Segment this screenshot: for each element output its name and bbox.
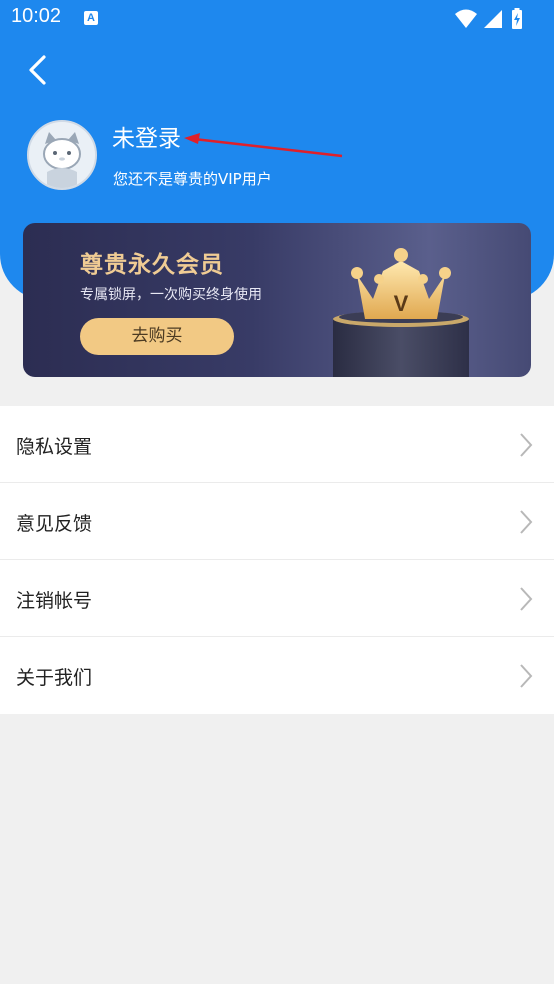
chevron-right-icon — [520, 433, 533, 457]
username[interactable]: 未登录 — [112, 119, 181, 153]
vip-card-title: 尊贵永久会员 — [80, 252, 224, 278]
menu-item-about-us[interactable]: 关于我们 — [0, 637, 554, 714]
vip-card[interactable]: 尊贵永久会员 专属锁屏，一次购买终身使用 去购买 V — [23, 223, 531, 377]
menu-item-delete-account[interactable]: 注销帐号 — [0, 560, 554, 637]
menu-item-label: 关于我们 — [16, 667, 93, 689]
chevron-right-icon — [520, 587, 533, 611]
notification-a-icon: A — [84, 11, 98, 25]
chevron-right-icon — [520, 510, 533, 534]
menu-item-label: 注销帐号 — [16, 590, 93, 612]
menu-item-feedback[interactable]: 意见反馈 — [0, 483, 554, 560]
signal-icon — [484, 10, 502, 28]
menu-item-label: 隐私设置 — [16, 436, 93, 458]
status-time: 10:02 — [11, 5, 62, 27]
vip-card-subtitle: 专属锁屏，一次购买终身使用 — [80, 287, 262, 303]
menu-item-label: 意见反馈 — [16, 513, 93, 535]
status-icons — [454, 8, 544, 30]
chevron-right-icon — [520, 664, 533, 688]
wifi-icon — [455, 9, 477, 28]
crown-badge-letter: V — [394, 291, 409, 316]
cat-avatar-icon — [29, 122, 95, 188]
battery-icon — [512, 8, 522, 29]
back-arrow-icon[interactable] — [22, 52, 58, 88]
settings-menu: 隐私设置 意见反馈 注销帐号 关于我们 — [0, 406, 554, 714]
vip-status-subtitle: 您还不是尊贵的VIP用户 — [113, 170, 272, 188]
status-bar: 10:02 A — [0, 0, 554, 38]
menu-item-privacy-settings[interactable]: 隐私设置 — [0, 406, 554, 483]
annotation-arrow-icon — [184, 133, 343, 158]
avatar[interactable] — [27, 120, 97, 190]
crown-icon: V — [333, 248, 469, 377]
buy-button[interactable]: 去购买 — [80, 318, 234, 355]
